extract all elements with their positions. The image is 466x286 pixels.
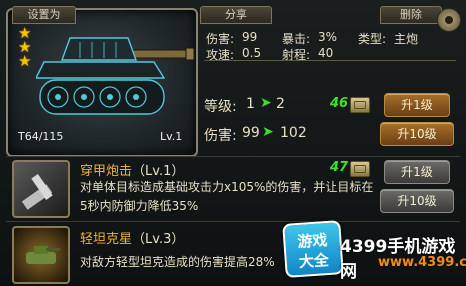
delete-tab[interactable]: 删除 — [380, 6, 442, 24]
upgrade-1-button[interactable]: 升1级 — [384, 93, 450, 117]
money-icon — [350, 97, 370, 113]
stats-divider — [204, 60, 456, 61]
upgrade-10-button[interactable]: 升10级 — [380, 122, 454, 146]
level-label: 等级: — [204, 99, 237, 115]
gear-icon[interactable] — [437, 8, 461, 32]
tank-image — [36, 37, 195, 115]
skill-upgrade-1-button[interactable]: 升1级 — [384, 160, 450, 184]
money-icon — [350, 161, 370, 177]
tank-progress: T64/115 — [18, 130, 64, 143]
type-stat-value: 主炮 — [394, 32, 419, 46]
damage-stat-value: 99 — [242, 30, 258, 44]
share-tab[interactable]: 分享 — [200, 6, 272, 24]
damage-label: 伤害: — [204, 128, 237, 144]
crit-stat-value: 3% — [318, 30, 338, 44]
skill-name: 穿甲炮击（Lv.1） — [80, 164, 185, 179]
level-cost: 46 — [330, 96, 349, 111]
arrow-right-icon: ➤ — [262, 124, 274, 140]
tank-icon — [26, 246, 60, 264]
set-as-tab[interactable]: 设置为 — [12, 6, 76, 24]
skill-upgrade-10-button[interactable]: 升10级 — [380, 189, 454, 213]
arrow-right-icon: ➤ — [260, 95, 272, 111]
rarity-stars: ★ ★ ★ — [18, 26, 32, 70]
level-to: 2 — [276, 96, 285, 112]
damage-to: 102 — [280, 125, 307, 141]
skill-name: 轻坦克星（Lv.3） — [80, 232, 185, 247]
star-icon: ★ — [18, 52, 32, 70]
4399-logo-badge: 游戏 大全 — [282, 220, 344, 278]
light-tank-skill-icon — [12, 226, 70, 284]
level-from: 1 — [246, 96, 255, 112]
damage-stat-label: 伤害: — [206, 32, 235, 46]
range-stat-value: 40 — [318, 46, 334, 60]
tank-level: Lv.1 — [160, 130, 183, 143]
skill-description: 对单体目标造成基础攻击力x105%的伤害，并让目标在5秒内防御力降低35% — [80, 180, 374, 213]
crit-stat-label: 暴击: — [282, 32, 311, 46]
damage-from: 99 — [242, 125, 260, 141]
hammer-icon — [21, 174, 53, 210]
skill-cost: 47 — [330, 160, 349, 175]
type-stat-label: 类型: — [358, 32, 387, 46]
watermark-url: www.4399.cn — [378, 255, 466, 270]
speed-stat-value: 0.5 — [242, 46, 262, 60]
armor-piercing-skill-icon — [12, 160, 70, 218]
